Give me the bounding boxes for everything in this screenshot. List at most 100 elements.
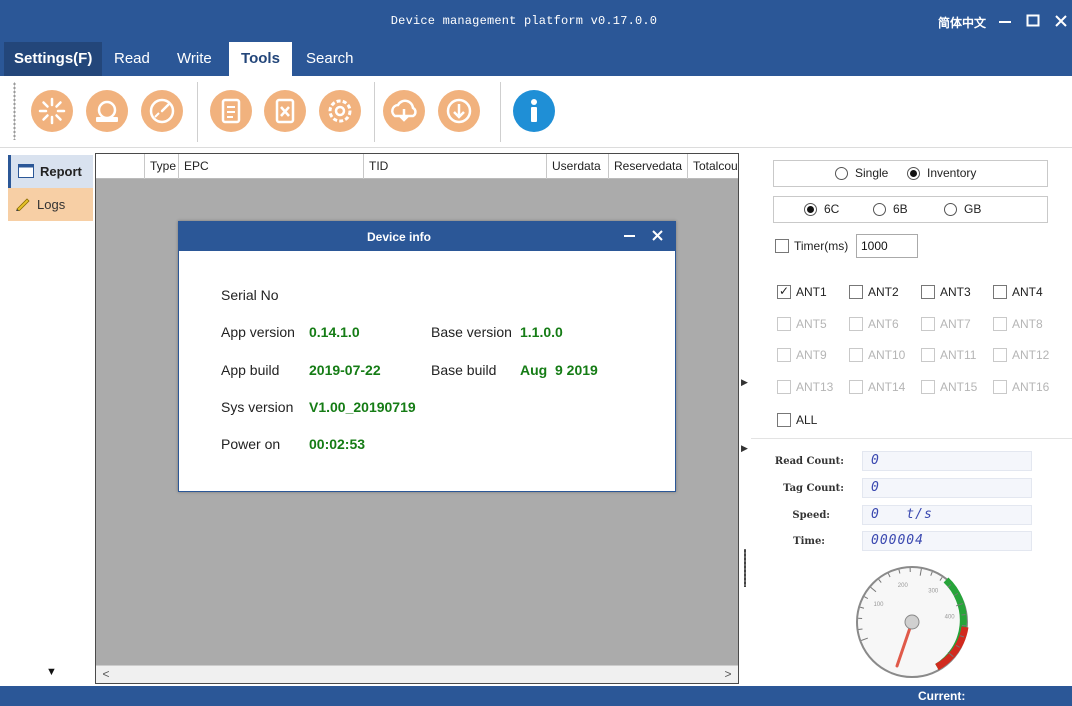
splitter-grip[interactable] — [744, 549, 746, 587]
base-version-label: Base version — [431, 324, 512, 340]
time-label: Time: — [793, 536, 825, 547]
menu-settings[interactable]: Settings(F) — [4, 42, 103, 76]
download-button[interactable] — [438, 90, 480, 132]
radio-dot — [804, 203, 817, 216]
column-type[interactable]: Type — [145, 154, 179, 179]
sys-version-label: Sys version — [221, 399, 294, 415]
dialog-minimize-button[interactable] — [621, 225, 639, 247]
dialog-title-bar: Device info — [179, 222, 675, 251]
checkbox-label: ANT16 — [1012, 379, 1050, 394]
power-on-value: 00:02:53 — [309, 436, 366, 452]
table-header-blank[interactable] — [96, 154, 145, 179]
app-build-value: 2019-07-22 — [309, 362, 381, 378]
checkbox-box — [849, 379, 863, 394]
column-totalcount[interactable]: Totalcou — [688, 154, 738, 179]
sys-version-value: V1.00_20190719 — [309, 399, 416, 415]
checkbox-label: ANT9 — [796, 348, 827, 362]
gauge-tick — [858, 628, 863, 631]
settings-gear-button[interactable] — [319, 90, 361, 132]
column-reservedata[interactable]: Reservedata — [609, 154, 688, 179]
close-button[interactable] — [1050, 9, 1072, 33]
gauge-button[interactable] — [141, 90, 183, 132]
checkbox-box — [777, 284, 791, 299]
close-icon — [1055, 15, 1067, 27]
radio-dot — [944, 203, 957, 216]
sidebar-item-report[interactable]: Report — [8, 155, 93, 188]
checkbox-label: ANT14 — [868, 379, 906, 394]
radio-dot — [907, 167, 920, 180]
radio-label: Inventory — [927, 166, 977, 180]
expand-arrow-icon[interactable]: ▶ — [741, 443, 748, 454]
left-sidebar: Report Logs ▼ — [8, 153, 93, 686]
checkbox-box — [921, 379, 935, 394]
checkbox-box — [849, 348, 863, 362]
speed-value: 0 t/s — [871, 507, 933, 522]
app-window: Device management platform v0.17.0.0 简体中… — [0, 0, 1072, 706]
expand-arrow-icon[interactable]: ▶ — [741, 377, 748, 388]
read-count-value: 0 — [871, 453, 880, 468]
close-file-button[interactable] — [264, 90, 306, 132]
speed-gauge: 100 200 300 400 — [856, 566, 969, 678]
gauge-label: 300 — [928, 588, 939, 594]
checkbox-label: ANT10 — [868, 348, 906, 362]
cloud-upload-button[interactable] — [383, 90, 425, 132]
checkbox-box — [849, 285, 863, 299]
disconnect-icon — [96, 100, 118, 122]
checkbox-box — [993, 348, 1007, 362]
checkbox-label: ANT2 — [868, 285, 899, 299]
menu-write[interactable]: Write — [167, 42, 222, 76]
pen-icon — [16, 198, 30, 211]
language-selector[interactable]: 简体中文 — [938, 14, 986, 31]
current-label: Current: — [918, 689, 966, 703]
column-userdata[interactable]: Userdata — [547, 154, 609, 179]
tag-count-value: 0 — [871, 480, 880, 495]
info-icon — [531, 99, 537, 122]
time-value: 000004 — [871, 533, 924, 548]
menu-search[interactable]: Search — [296, 42, 364, 76]
horizontal-scrollbar[interactable]: < > — [96, 665, 738, 683]
panel-splitter[interactable]: ▶ ▶ — [741, 153, 749, 686]
minimize-button[interactable] — [994, 9, 1016, 33]
minimize-icon — [624, 235, 635, 237]
download-icon — [446, 98, 472, 124]
window-icon — [18, 164, 34, 178]
close-icon — [652, 230, 663, 241]
base-build-value: Aug 9 2019 — [520, 362, 598, 378]
info-button[interactable] — [513, 90, 555, 132]
document-button[interactable] — [210, 90, 252, 132]
sidebar-scroll-down-icon[interactable]: ▼ — [46, 666, 57, 678]
checkbox-label: ANT12 — [1012, 348, 1050, 362]
column-epc[interactable]: EPC — [179, 154, 364, 179]
checkbox-label: ANT11 — [940, 348, 977, 362]
checkbox-label: ANT6 — [868, 316, 899, 331]
menu-tools[interactable]: Tools — [229, 42, 292, 76]
menu-bar: Settings(F) Read Write Tools Search — [0, 42, 1072, 76]
checkbox-box — [993, 316, 1007, 331]
toolbar-grip[interactable] — [13, 82, 16, 140]
title-bar: Device management platform v0.17.0.0 简体中… — [0, 0, 1072, 42]
sidebar-item-label: Logs — [37, 197, 66, 212]
toolbar-separator — [197, 82, 198, 142]
dialog-close-button[interactable] — [649, 225, 667, 247]
column-tid[interactable]: TID — [364, 154, 547, 179]
sidebar-item-logs[interactable]: Logs — [8, 188, 93, 221]
checkbox-label: ANT1 — [796, 285, 827, 299]
scroll-left-icon[interactable]: < — [98, 667, 114, 681]
connect-button[interactable] — [31, 90, 73, 132]
device-info-dialog: Device info Serial No App version 0.14.1… — [178, 221, 676, 492]
checkbox-box — [921, 348, 935, 362]
radio-label: Single — [855, 166, 889, 180]
checkbox-box — [777, 348, 791, 362]
disconnect-button[interactable] — [86, 90, 128, 132]
gauge-label: 200 — [898, 583, 909, 589]
window-title: Device management platform v0.17.0.0 — [390, 14, 658, 28]
checkbox-box — [777, 413, 791, 427]
table-header: Type EPC TID Userdata Reservedata Totalc… — [96, 154, 738, 179]
maximize-button[interactable] — [1022, 9, 1044, 33]
scroll-right-icon[interactable]: > — [720, 667, 736, 681]
radio-dot — [835, 167, 848, 180]
menu-read[interactable]: Read — [104, 42, 160, 76]
checkbox-box — [775, 239, 789, 253]
timer-input[interactable] — [856, 234, 918, 258]
toolbar-separator — [374, 82, 375, 142]
